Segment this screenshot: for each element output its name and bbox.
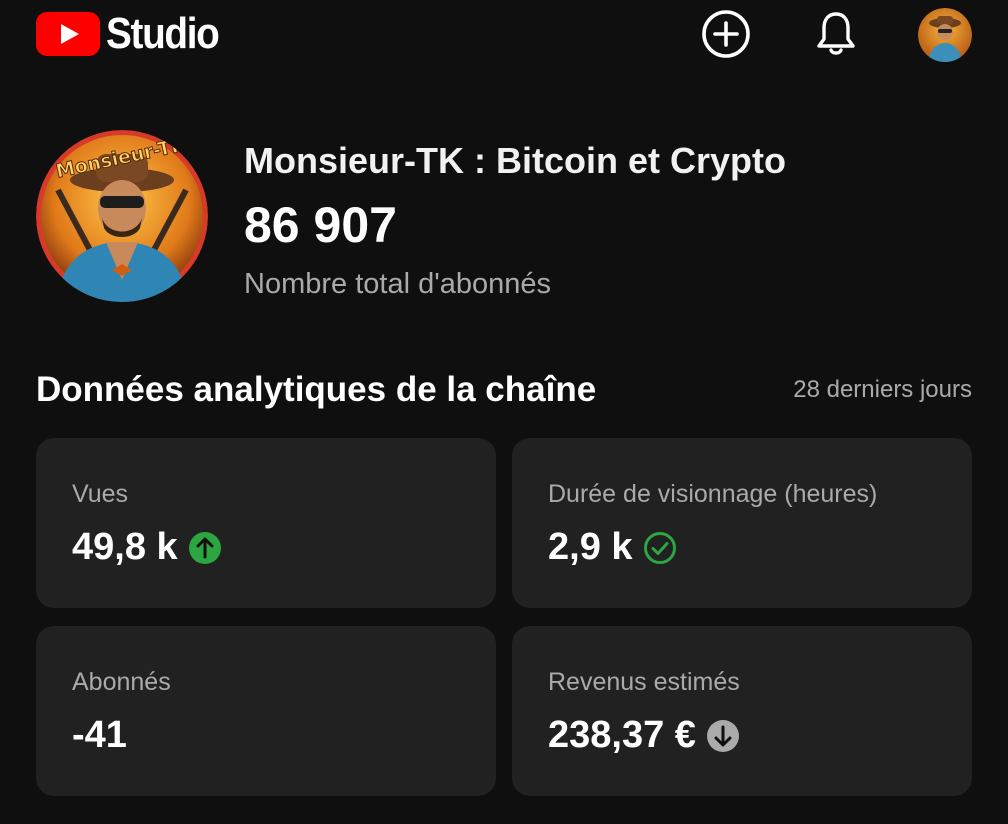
subscriber-label: Nombre total d'abonnés — [244, 268, 552, 300]
card-value-row: -41 — [72, 714, 127, 757]
analytics-title: Données analytiques de la chaîne — [36, 370, 597, 409]
subscriber-count: 86 907 — [244, 197, 397, 253]
card-value-row: 2,9 k — [548, 526, 677, 569]
bell-icon[interactable] — [810, 8, 862, 60]
card-value-row: 238,37 € — [548, 714, 740, 757]
subscribers-card[interactable]: Abonnés -41 — [36, 626, 496, 796]
card-value: -41 — [72, 714, 127, 756]
youtube-logo-icon — [36, 12, 100, 56]
card-label: Revenus estimés — [548, 668, 740, 696]
channel-name: Monsieur-TK : Bitcoin et Crypto — [244, 140, 786, 181]
create-plus-icon[interactable] — [700, 8, 752, 60]
arrow-down-circle-icon — [706, 719, 739, 752]
card-value: 49,8 k — [72, 526, 178, 568]
youtube-studio-logo[interactable]: Studio — [36, 10, 234, 58]
studio-dashboard: Studio Monsieur-TK Monsieur-TK: Bitcoin… — [0, 0, 1008, 824]
top-app-bar: Studio — [0, 0, 1008, 72]
card-label: Abonnés — [72, 668, 171, 696]
card-value-row: 49,8 k — [72, 526, 222, 569]
card-value: 2,9 k — [548, 526, 633, 568]
account-avatar[interactable] — [918, 8, 972, 62]
watch-time-card[interactable]: Durée de visionnage (heures) 2,9 k — [512, 438, 972, 608]
app-name: Studio — [106, 9, 220, 58]
arrow-up-circle-icon — [188, 531, 221, 564]
channel-avatar[interactable]: Monsieur-TK — [36, 130, 208, 302]
card-label: Vues — [72, 480, 129, 508]
revenue-card[interactable]: Revenus estimés 238,37 € — [512, 626, 972, 796]
views-card[interactable]: Vues 49,8 k — [36, 438, 496, 608]
card-value: 238,37 € — [548, 714, 696, 756]
period-label: 28 derniers jours — [793, 376, 972, 403]
avatar-image-icon — [918, 8, 972, 62]
check-circle-icon — [643, 531, 676, 564]
channel-avatar-image-icon: Monsieur-TK — [36, 130, 208, 302]
card-label: Durée de visionnage (heures) — [548, 480, 878, 508]
